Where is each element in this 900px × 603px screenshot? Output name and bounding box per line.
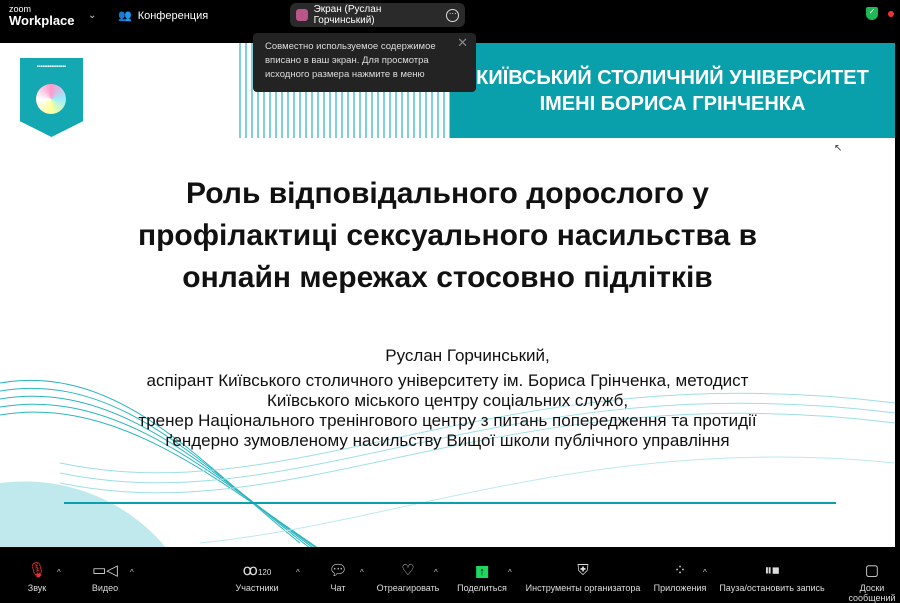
close-icon[interactable]: ✕ <box>457 36 468 50</box>
share-label: Экран (Руслан Горчинський) <box>313 4 382 26</box>
muted-mic-icon: 🎙︎ <box>27 562 47 579</box>
bio-line: тренер Національного тренінгового центру… <box>138 411 757 430</box>
apps-icon: ⁘ <box>673 562 687 579</box>
video-camera-icon: ▭◁ <box>92 562 118 579</box>
fit-to-screen-notification: Совместно используемое содержимое вписан… <box>253 33 476 92</box>
bio-line: Київського міського центру соціальних сл… <box>266 391 629 410</box>
apps-label: Приложения <box>653 583 707 593</box>
notification-text: Совместно используемое содержимое вписан… <box>265 41 436 80</box>
host-tools-label: Инструменты организатора <box>525 583 641 593</box>
audio-options-caret[interactable]: ^ <box>57 568 61 577</box>
author-name: Руслан Горчинський, <box>385 346 550 365</box>
share-arrow-icon: ↑ <box>457 561 507 583</box>
chat-icon: 💬︎ <box>328 562 348 579</box>
share-button[interactable]: ↑ Поделиться <box>457 561 507 593</box>
avatar <box>296 9 308 21</box>
chat-options-caret[interactable]: ^ <box>360 568 364 577</box>
title-line: профілактиці сексуального насильства в <box>137 219 758 252</box>
chevron-down-icon[interactable]: ⌄ <box>88 10 96 21</box>
audio-label: Звук <box>27 583 47 593</box>
participants-icon: ꝏ120 <box>242 562 272 579</box>
video-label: Видео <box>91 583 119 593</box>
mouse-cursor-icon: ↖ <box>834 143 843 154</box>
participants-options-caret[interactable]: ^ <box>296 568 300 577</box>
video-options-caret[interactable]: ^ <box>130 568 134 577</box>
whiteboards-button[interactable]: ▢ Доски сообщений <box>848 561 895 603</box>
meeting-label: Конференция <box>137 9 209 22</box>
host-tools-button[interactable]: ⛨ Инструменты организатора <box>526 561 641 593</box>
whiteboard-icon: ▢ <box>864 562 880 579</box>
author-block: Руслан Горчинський, аспірант Київського … <box>0 346 895 451</box>
react-label: Отреагировать <box>376 583 440 593</box>
share-label: Поделиться <box>457 583 507 593</box>
record-button[interactable]: ⏸⏹ Пауза/остановить запись <box>719 561 824 593</box>
apps-button[interactable]: ⁘ Приложения <box>654 561 707 593</box>
slide-title: Роль відповідального дорослого у профіла… <box>0 173 895 299</box>
pause-stop-icon: ⏸⏹ <box>764 562 780 579</box>
apps-options-caret[interactable]: ^ <box>703 568 707 577</box>
video-button[interactable]: ▭◁ Видео <box>92 561 118 593</box>
brand-name: Workplace <box>9 13 75 28</box>
meeting-info-button[interactable]: 👥 Конференция <box>118 9 209 23</box>
title-line: Роль відповідального дорослого у <box>186 177 709 210</box>
whiteboards-label: Доски сообщений <box>848 583 896 603</box>
participants-label: Участники <box>235 583 279 593</box>
bio-line: аспірант Київського столичного університ… <box>146 371 749 390</box>
record-label: Пауза/остановить запись <box>719 583 825 593</box>
screen-share-indicator[interactable]: Экран (Руслан Горчинський) ··· <box>290 3 465 27</box>
heart-icon: ♡ <box>401 562 415 579</box>
participants-button[interactable]: ꝏ120 Участники <box>236 561 279 593</box>
meeting-toolbar: 🎙︎ Звук ^ ▭◁ Видео ^ ꝏ120 Участники ^ 💬︎ Чат… <box>0 547 900 603</box>
zoom-logo: zoom Workplace <box>9 5 75 28</box>
shield-icon: ⛨ <box>577 562 589 579</box>
university-name-line1: КИЇВСЬКИЙ СТОЛИЧНИЙ УНІВЕРСИТЕТ <box>476 67 869 89</box>
more-options-icon[interactable]: ··· <box>446 8 459 22</box>
divider-line <box>64 502 836 504</box>
react-button[interactable]: ♡ Отреагировать <box>377 561 440 593</box>
university-logo: ■■■■■■■■■■■■■■■■ <box>20 58 83 137</box>
university-name-line2: ІМЕНІ БОРИСА ГРІНЧЕНКА <box>539 93 806 115</box>
share-options-caret[interactable]: ^ <box>508 568 512 577</box>
chat-button[interactable]: 💬︎ Чат <box>328 561 347 593</box>
bio-line: ґендерно зумовленому насильству Вищої шк… <box>165 431 730 450</box>
chat-label: Чат <box>330 583 346 593</box>
participants-count: 120 <box>257 568 272 577</box>
university-banner: КИЇВСЬКИЙ СТОЛИЧНИЙ УНІВЕРСИТЕТ ІМЕНІ БОР… <box>450 43 895 138</box>
recording-dot-icon <box>888 11 894 17</box>
audio-button[interactable]: 🎙︎ Звук <box>27 561 46 593</box>
shared-slide: КИЇВСЬКИЙ СТОЛИЧНИЙ УНІВЕРСИТЕТ ІМЕНІ БОР… <box>0 43 895 547</box>
react-options-caret[interactable]: ^ <box>434 568 438 577</box>
title-line: онлайн мережах стосовно підлітків <box>182 261 713 294</box>
security-shield-icon[interactable]: ✓ <box>866 7 878 20</box>
participants-icon: 👥 <box>118 10 132 22</box>
